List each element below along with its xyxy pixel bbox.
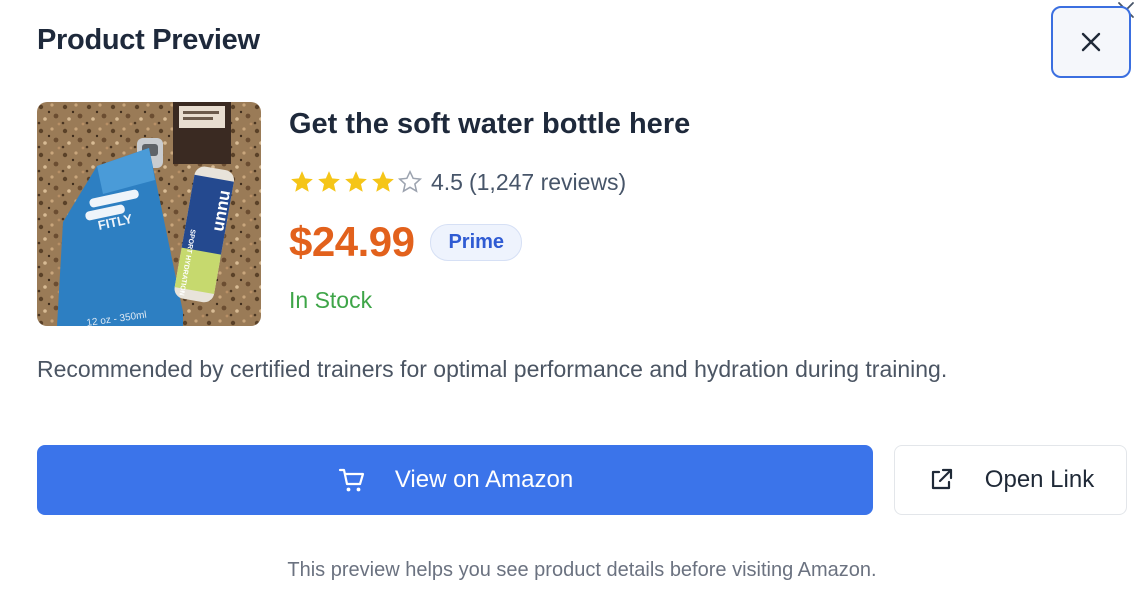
- product-name: Get the soft water bottle here: [289, 108, 691, 140]
- open-link-label: Open Link: [984, 466, 1095, 493]
- view-on-amazon-button[interactable]: View on Amazon: [37, 445, 873, 515]
- prime-badge: Prime: [430, 223, 523, 261]
- view-on-amazon-label: View on Amazon: [394, 466, 574, 493]
- star-outline-icon: [397, 169, 423, 193]
- rating-value: 4.5: [431, 168, 463, 195]
- review-count: (1,247 reviews): [468, 168, 627, 195]
- close-icon: [1080, 31, 1102, 53]
- product-price: $24.99: [289, 218, 415, 265]
- star-icon: [345, 171, 367, 192]
- rating-row: 4.5 (1,247 reviews): [289, 166, 632, 198]
- open-link-button[interactable]: Open Link: [894, 445, 1127, 515]
- close-button[interactable]: [1051, 6, 1131, 78]
- product-description: Recommended by certified trainers for op…: [37, 356, 948, 382]
- dialog-title: Product Preview: [37, 24, 260, 56]
- stock-status: In Stock: [289, 287, 373, 313]
- star-icon: [372, 171, 394, 192]
- star-icon: [318, 171, 340, 192]
- star-icon: [291, 171, 313, 192]
- external-link-icon: [927, 466, 955, 494]
- price-row: $24.99 Prime: [289, 218, 523, 266]
- product-image: FITLY 12 oz - 350ml nuun SPORT HYDRATION: [37, 102, 261, 326]
- footer-note: This preview helps you see product detai…: [287, 559, 877, 581]
- star-rating: [289, 169, 423, 195]
- cart-icon: [337, 465, 367, 495]
